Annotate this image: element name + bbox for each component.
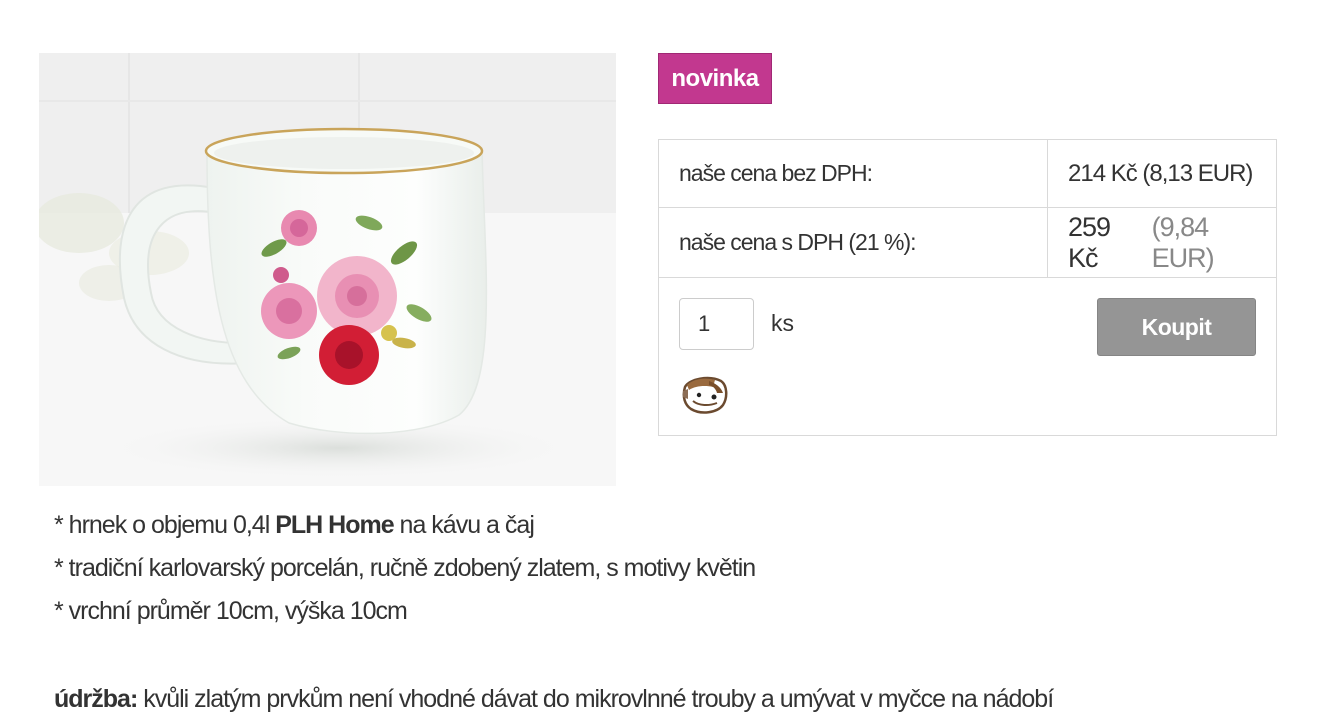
price-value-with-vat: 259 Kč (9,84 EUR) [1048,208,1276,277]
price-label-with-vat: naše cena s DPH (21 %): [659,208,1048,277]
price-box: naše cena bez DPH: 214 Kč (8,13 EUR) naš… [658,139,1277,436]
description-line-2: * tradiční karlovarský porcelán, ručně z… [54,554,756,582]
quantity-input[interactable] [679,298,754,350]
product-image[interactable] [39,53,616,486]
buy-button[interactable]: Koupit [1097,298,1256,356]
brand-name: PLH Home [275,511,394,539]
quantity-unit: ks [771,310,794,336]
maintenance-text: kvůli zlatým prvkům není vhodné dávat do… [137,685,1054,713]
price-row-without-vat: naše cena bez DPH: 214 Kč (8,13 EUR) [659,140,1276,208]
description-line-1: * hrnek o objemu 0,4l PLH Home na kávu a… [54,511,535,539]
description-line-3: * vrchní průměr 10cm, výška 10cm [54,597,408,625]
product-description: * hrnek o objemu 0,4l PLH Home na kávu a… [54,505,1254,634]
price-value-without-vat: 214 Kč (8,13 EUR) [1068,159,1253,187]
mug-illustration [39,53,616,486]
price-eur: (9,84 EUR) [1151,211,1215,273]
maintenance-label: údržba: [54,685,138,713]
new-badge: novinka [658,53,772,104]
price-row-with-vat: naše cena s DPH (21 %): 259 Kč (9,84 EUR) [659,208,1276,278]
maintenance-note: údržba: kvůli zlatým prvkům není vhodné … [54,679,1054,719]
price-czk: 259 Kč [1068,211,1111,273]
price-label-without-vat: naše cena bez DPH: [659,140,1048,207]
dog-icon[interactable] [679,373,729,417]
